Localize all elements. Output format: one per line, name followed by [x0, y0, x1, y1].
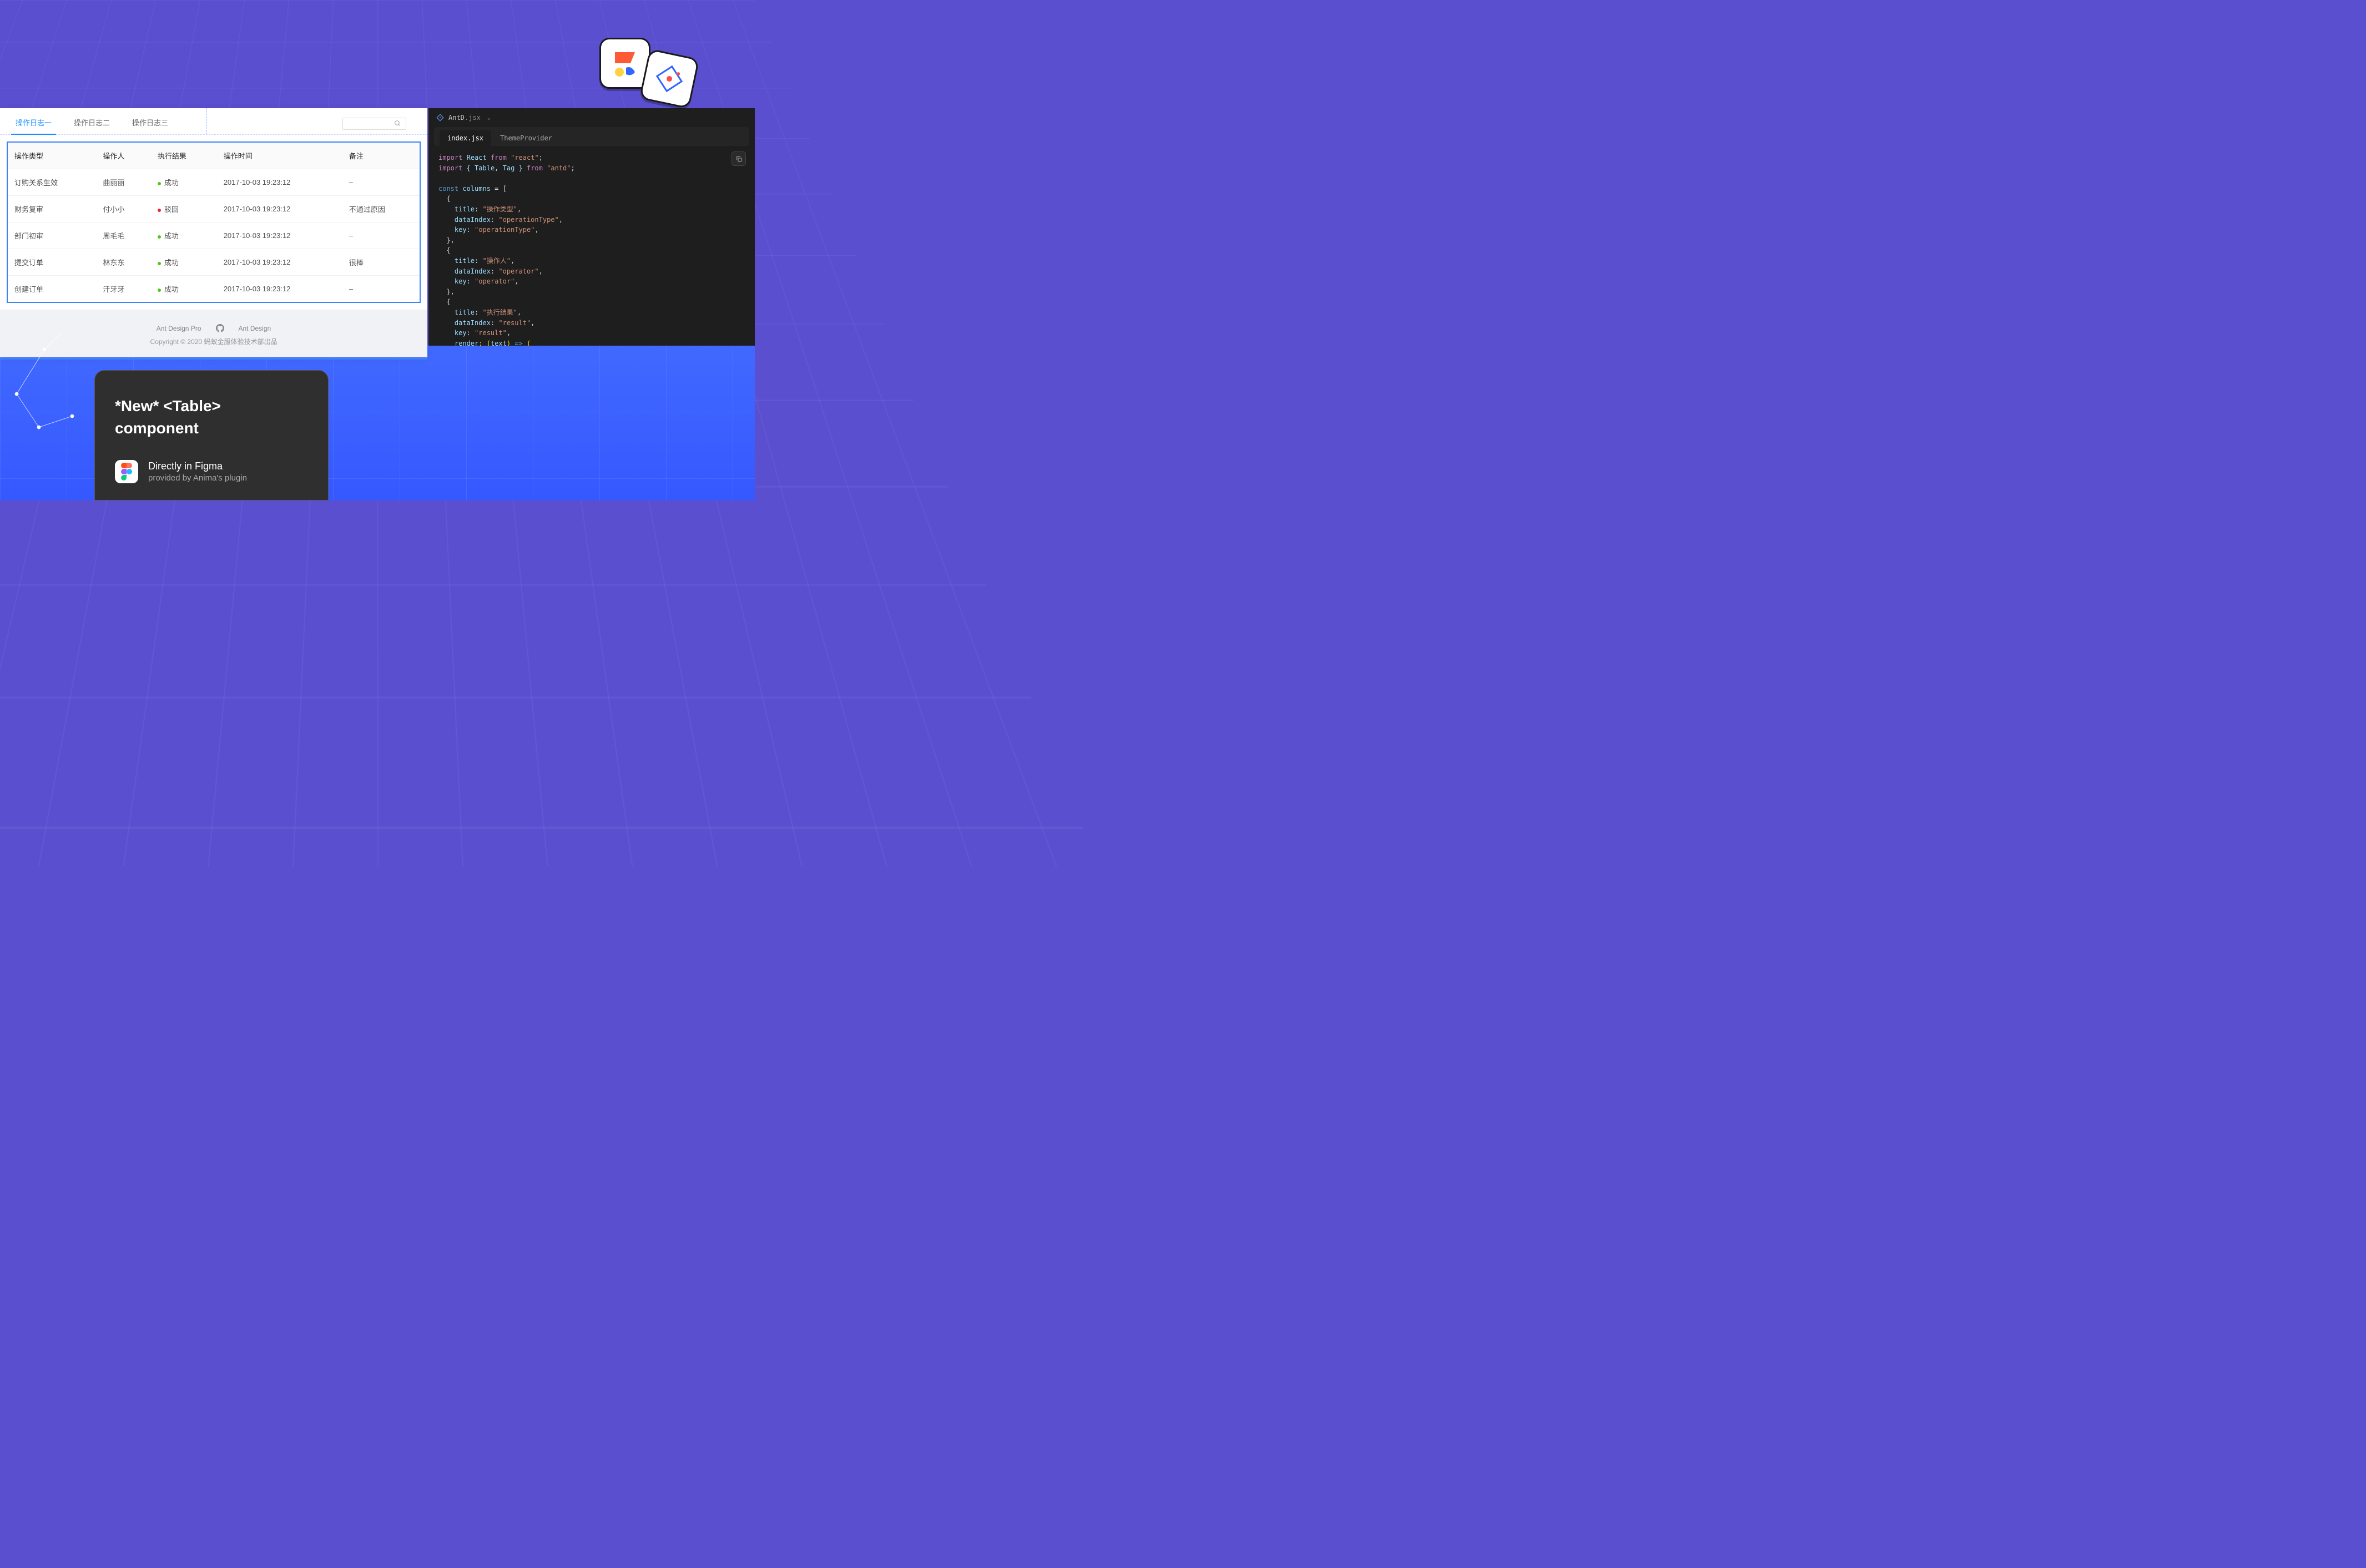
cell-result: 成功 — [151, 249, 217, 276]
code-editor-panel: AntD.jsx ⌄ index.jsx ThemeProvider impor… — [428, 108, 755, 346]
cell-type: 财务复审 — [8, 196, 96, 222]
promo-title: *New* <Table> component — [115, 395, 308, 440]
table-header-row: 操作类型 操作人 执行结果 操作时间 备注 — [8, 143, 420, 169]
cell-note: – — [342, 276, 420, 302]
table-row: 创建订单汗牙牙成功2017-10-03 19:23:12– — [8, 276, 420, 302]
editor-tab-theme[interactable]: ThemeProvider — [492, 130, 560, 146]
cell-result: 成功 — [151, 276, 217, 302]
table-row: 订购关系生效曲丽丽成功2017-10-03 19:23:12– — [8, 169, 420, 196]
antd-logo-icon — [436, 114, 444, 122]
promo-line-2: provided by Anima's plugin — [148, 473, 247, 483]
figma-logo-icon — [115, 460, 138, 483]
tabs-row: 操作日志一 操作日志二 操作日志三 — [0, 108, 427, 135]
tab-log-1[interactable]: 操作日志一 — [4, 113, 63, 134]
cell-time: 2017-10-03 19:23:12 — [217, 222, 342, 249]
antd-logo-card — [639, 48, 699, 109]
editor-tabs: index.jsx ThemeProvider — [434, 127, 749, 146]
copy-icon — [735, 155, 743, 163]
chevron-down-icon[interactable]: ⌄ — [487, 115, 491, 121]
cell-operator: 周毛毛 — [96, 222, 150, 249]
table-row: 财务复审付小小驳回2017-10-03 19:23:12不通过原因 — [8, 196, 420, 222]
cell-time: 2017-10-03 19:23:12 — [217, 196, 342, 222]
footer-link-antd-pro[interactable]: Ant Design Pro — [157, 325, 201, 332]
cell-operator: 付小小 — [96, 196, 150, 222]
cell-time: 2017-10-03 19:23:12 — [217, 249, 342, 276]
cell-time: 2017-10-03 19:23:12 — [217, 276, 342, 302]
col-operator: 操作人 — [96, 143, 150, 169]
cell-result: 驳回 — [151, 196, 217, 222]
col-result: 执行结果 — [151, 143, 217, 169]
tab-log-2[interactable]: 操作日志二 — [63, 113, 121, 134]
editor-file-title: AntD.jsx — [448, 114, 481, 122]
col-time: 操作时间 — [217, 143, 342, 169]
github-icon[interactable] — [216, 324, 224, 332]
cell-operator: 曲丽丽 — [96, 169, 150, 196]
cell-time: 2017-10-03 19:23:12 — [217, 169, 342, 196]
footer-link-antd[interactable]: Ant Design — [239, 325, 271, 332]
cell-note: – — [342, 222, 420, 249]
search-field[interactable] — [342, 118, 406, 130]
tab-log-3[interactable]: 操作日志三 — [121, 113, 179, 134]
cell-note: 不通过原因 — [342, 196, 420, 222]
cell-type: 部门初审 — [8, 222, 96, 249]
cell-operator: 汗牙牙 — [96, 276, 150, 302]
data-table: 操作类型 操作人 执行结果 操作时间 备注 订购关系生效曲丽丽成功2017-10… — [7, 141, 421, 303]
search-icon — [394, 120, 401, 127]
table-panel: 操作日志一 操作日志二 操作日志三 操作类型 操作人 执行结果 操作时间 备注 … — [0, 108, 427, 357]
promo-card: *New* <Table> component Directly in Figm… — [94, 370, 329, 500]
cell-operator: 林东东 — [96, 249, 150, 276]
promo-text: Directly in Figma provided by Anima's pl… — [148, 461, 247, 483]
promo-line-1: Directly in Figma — [148, 461, 247, 472]
code-content: import React from "react"; import { Tabl… — [428, 146, 755, 346]
copy-button[interactable] — [732, 151, 746, 166]
col-note: 备注 — [342, 143, 420, 169]
search-input[interactable] — [347, 120, 394, 128]
constellation-decoration — [11, 327, 100, 449]
floating-icon-cards — [599, 38, 710, 121]
cell-note: – — [342, 169, 420, 196]
cell-note: 很棒 — [342, 249, 420, 276]
cell-result: 成功 — [151, 222, 217, 249]
col-operation-type: 操作类型 — [8, 143, 96, 169]
editor-tab-index[interactable]: index.jsx — [440, 130, 491, 146]
table-row: 部门初审周毛毛成功2017-10-03 19:23:12– — [8, 222, 420, 249]
cell-result: 成功 — [151, 169, 217, 196]
cell-type: 创建订单 — [8, 276, 96, 302]
cell-type: 提交订单 — [8, 249, 96, 276]
table-row: 提交订单林东东成功2017-10-03 19:23:12很棒 — [8, 249, 420, 276]
cell-type: 订购关系生效 — [8, 169, 96, 196]
